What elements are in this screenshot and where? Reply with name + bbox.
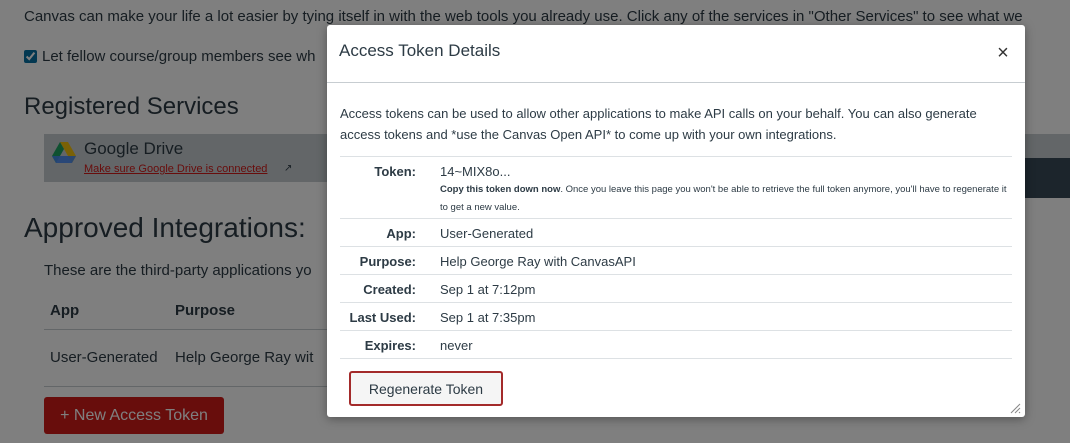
dialog-title: Access Token Details: [339, 41, 501, 60]
purpose-label: Purpose:: [340, 246, 428, 275]
created-value: Sep 1 at 7:12pm: [428, 274, 1012, 303]
token-value: 14~MIX8o...: [440, 164, 511, 179]
close-icon[interactable]: ×: [993, 43, 1013, 63]
expires-label: Expires:: [340, 330, 428, 359]
last-used-label: Last Used:: [340, 302, 428, 331]
last-used-value: Sep 1 at 7:35pm: [428, 302, 1012, 331]
token-details-table: Token: 14~MIX8o... Copy this token down …: [340, 156, 1012, 359]
purpose-value: Help George Ray with CanvasAPI: [428, 246, 1012, 275]
token-warning: Copy this token down now. Once you leave…: [440, 181, 1012, 217]
expires-row: Expires: never: [340, 330, 1012, 359]
app-label: App:: [340, 218, 428, 247]
token-label: Token:: [340, 156, 428, 219]
last-used-row: Last Used: Sep 1 at 7:35pm: [340, 302, 1012, 331]
token-warning-bold: Copy this token down now: [440, 184, 561, 195]
dialog-description: Access tokens can be used to allow other…: [340, 106, 977, 142]
purpose-row: Purpose: Help George Ray with CanvasAPI: [340, 246, 1012, 275]
created-label: Created:: [340, 274, 428, 303]
regenerate-token-button[interactable]: Regenerate Token: [349, 371, 503, 406]
expires-value: never: [428, 330, 1012, 359]
token-value-cell: 14~MIX8o... Copy this token down now. On…: [428, 156, 1012, 219]
app-row: App: User-Generated: [340, 218, 1012, 247]
created-row: Created: Sep 1 at 7:12pm: [340, 274, 1012, 303]
resize-handle-icon[interactable]: [1010, 403, 1021, 414]
access-token-details-dialog: Access Token Details × Access tokens can…: [327, 25, 1025, 417]
app-value: User-Generated: [428, 218, 1012, 247]
token-row: Token: 14~MIX8o... Copy this token down …: [340, 156, 1012, 219]
dialog-header-divider: [327, 82, 1025, 83]
